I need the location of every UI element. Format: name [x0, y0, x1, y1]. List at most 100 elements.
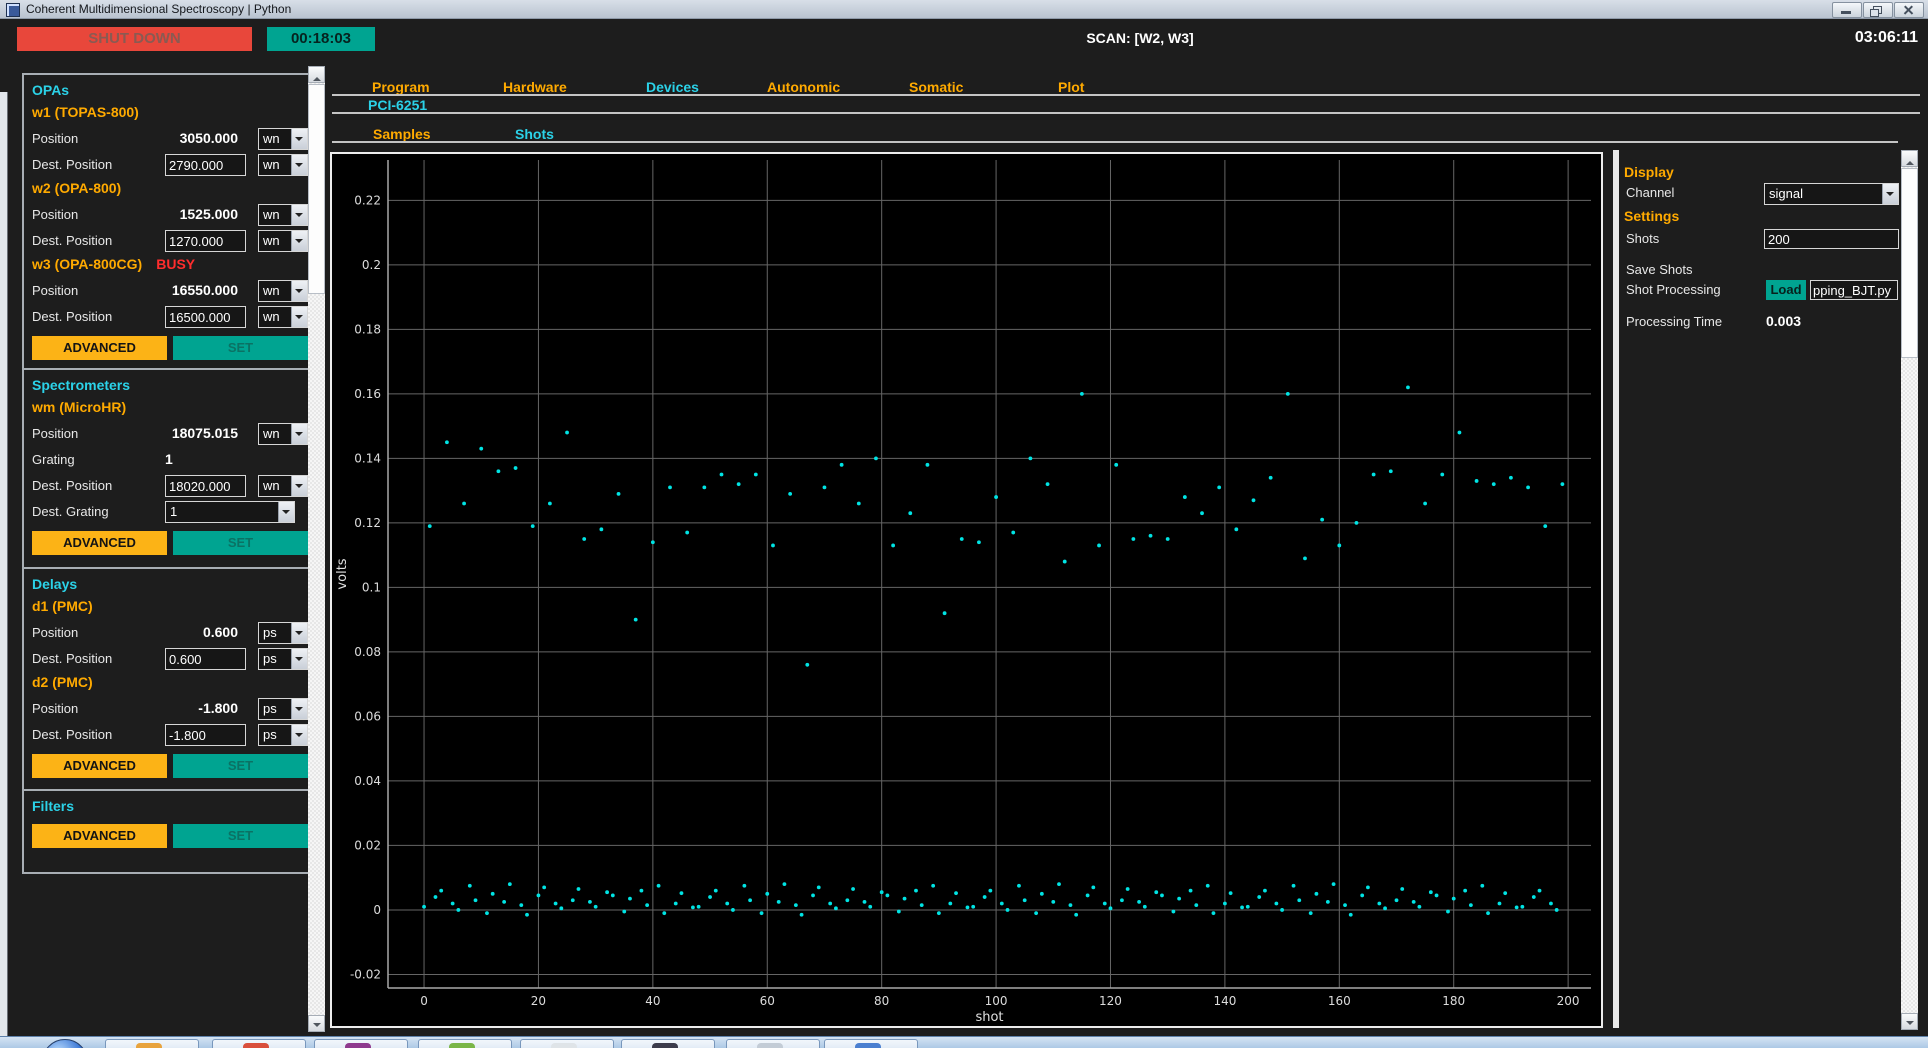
- units-select[interactable]: ps: [258, 622, 308, 644]
- set-button[interactable]: SET: [173, 336, 308, 360]
- units-select[interactable]: wn: [258, 230, 308, 252]
- data-point: [1131, 537, 1136, 541]
- taskbar-button[interactable]: [105, 1039, 199, 1048]
- chevron-down-icon[interactable]: [291, 476, 307, 496]
- menu-item-autonomic[interactable]: Autonomic: [767, 79, 840, 95]
- set-button[interactable]: SET: [173, 754, 308, 778]
- menu-item-devices[interactable]: Devices: [646, 79, 699, 95]
- units-select[interactable]: wn: [258, 475, 308, 497]
- data-point: [999, 901, 1004, 906]
- set-button[interactable]: SET: [173, 531, 308, 555]
- taskbar-button[interactable]: [621, 1039, 715, 1048]
- destination-input[interactable]: [165, 154, 246, 176]
- shots-input[interactable]: [1764, 229, 1899, 249]
- shutdown-button[interactable]: SHUT DOWN: [17, 27, 252, 51]
- taskbar-button[interactable]: [824, 1039, 918, 1048]
- motor-name: w3 (OPA-800CG) BUSY: [32, 256, 196, 272]
- processing-file-input[interactable]: [1810, 280, 1898, 300]
- chevron-down-icon[interactable]: [291, 649, 307, 669]
- destination-input[interactable]: [165, 724, 246, 746]
- scroll-up-button[interactable]: [308, 66, 325, 83]
- data-point: [553, 901, 558, 906]
- close-button[interactable]: [1894, 2, 1924, 18]
- start-button[interactable]: [42, 1039, 88, 1048]
- units-select[interactable]: ps: [258, 724, 308, 746]
- set-button[interactable]: SET: [173, 824, 308, 848]
- advanced-button[interactable]: ADVANCED: [32, 336, 167, 360]
- units-select[interactable]: wn: [258, 128, 308, 150]
- data-point: [650, 540, 655, 545]
- taskbar-button[interactable]: [726, 1039, 820, 1048]
- advanced-button[interactable]: ADVANCED: [32, 754, 167, 778]
- svg-text:60: 60: [760, 994, 775, 1008]
- grating-select[interactable]: 1: [165, 501, 295, 523]
- tab-samples[interactable]: Samples: [373, 126, 431, 142]
- chevron-down-icon[interactable]: [291, 205, 307, 225]
- chevron-down-icon[interactable]: [1882, 184, 1898, 204]
- chevron-down-icon[interactable]: [291, 155, 307, 175]
- chevron-down-icon[interactable]: [291, 307, 307, 327]
- destination-input[interactable]: [165, 475, 246, 497]
- tab-shots[interactable]: Shots: [515, 126, 554, 142]
- chevron-down-icon[interactable]: [291, 623, 307, 643]
- restore-button[interactable]: [1863, 2, 1893, 18]
- taskbar-button[interactable]: [212, 1039, 306, 1048]
- units-select[interactable]: wn: [258, 204, 308, 226]
- tab-pci-6251[interactable]: PCI-6251: [368, 97, 427, 113]
- sidebar-scrollbar[interactable]: [308, 66, 325, 1032]
- position-readout: 3050.000: [179, 130, 238, 146]
- menu-item-somatic[interactable]: Somatic: [909, 79, 963, 95]
- data-point: [616, 491, 621, 496]
- motor-row: Position -1.800 ps: [32, 698, 308, 724]
- channel-select[interactable]: signal: [1764, 183, 1899, 205]
- data-point: [1085, 893, 1090, 898]
- destination-input[interactable]: [165, 230, 246, 252]
- data-point: [1537, 888, 1542, 893]
- data-point: [1074, 912, 1079, 917]
- data-point: [1406, 385, 1410, 390]
- menu-item-program[interactable]: Program: [372, 79, 430, 95]
- chevron-down-icon[interactable]: [291, 281, 307, 301]
- graph-app-icon: [345, 1043, 371, 1048]
- chevron-down-icon[interactable]: [291, 129, 307, 149]
- minimize-button[interactable]: [1832, 2, 1862, 18]
- menu-item-hardware[interactable]: Hardware: [503, 79, 567, 95]
- chevron-down-icon[interactable]: [278, 502, 294, 522]
- chevron-down-icon[interactable]: [291, 725, 307, 745]
- taskbar-button[interactable]: [520, 1039, 614, 1048]
- scroll-down-button[interactable]: [308, 1015, 325, 1032]
- scrollbar-thumb[interactable]: [308, 84, 325, 294]
- data-point: [1257, 895, 1262, 899]
- scroll-up-button[interactable]: [1901, 150, 1918, 167]
- data-point: [1486, 911, 1490, 916]
- data-point: [1045, 482, 1050, 487]
- scrollbar-thumb[interactable]: [1901, 168, 1918, 358]
- units-select[interactable]: ps: [258, 698, 308, 720]
- chevron-down-icon[interactable]: [291, 231, 307, 251]
- units-select[interactable]: wn: [258, 280, 308, 302]
- units-select[interactable]: wn: [258, 423, 308, 445]
- load-button[interactable]: Load: [1766, 280, 1806, 300]
- destination-input[interactable]: [165, 306, 246, 328]
- destination-input[interactable]: [165, 648, 246, 670]
- svg-text:0.1: 0.1: [362, 580, 381, 594]
- advanced-button[interactable]: ADVANCED: [32, 824, 167, 848]
- taskbar-button[interactable]: [314, 1039, 408, 1048]
- scroll-down-button[interactable]: [1901, 1013, 1918, 1030]
- data-point: [1028, 456, 1033, 461]
- menu-item-plot[interactable]: Plot: [1058, 79, 1084, 95]
- units-select[interactable]: ps: [258, 648, 308, 670]
- data-point: [639, 888, 644, 893]
- units-select[interactable]: wn: [258, 154, 308, 176]
- inspector-scrollbar[interactable]: [1901, 150, 1918, 1030]
- chevron-down-icon[interactable]: [291, 424, 307, 444]
- units-select[interactable]: wn: [258, 306, 308, 328]
- data-point: [1263, 888, 1267, 893]
- svg-text:140: 140: [1213, 994, 1236, 1008]
- motor-row: Dest. Position wn: [32, 475, 308, 501]
- data-point: [1005, 908, 1010, 912]
- chevron-down-icon[interactable]: [291, 699, 307, 719]
- panel-splitter[interactable]: [1613, 150, 1619, 1028]
- advanced-button[interactable]: ADVANCED: [32, 531, 167, 555]
- taskbar-button[interactable]: [418, 1039, 512, 1048]
